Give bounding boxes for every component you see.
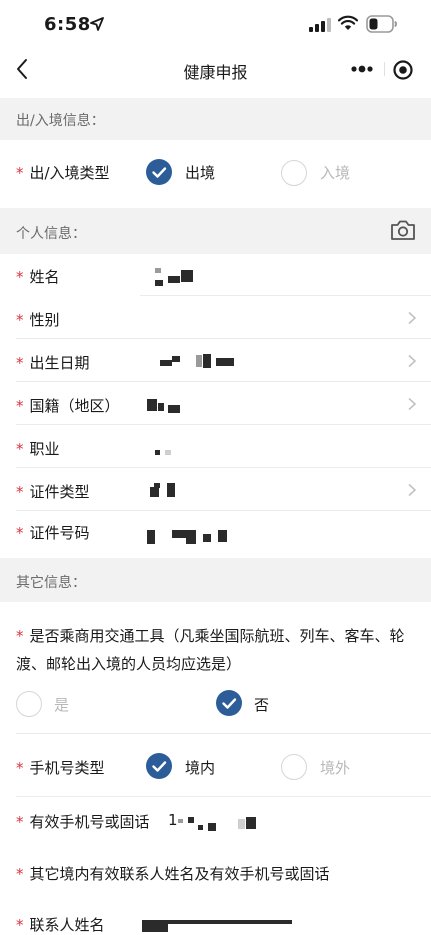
- required-mark: *: [16, 354, 24, 372]
- field-label: * 性别: [16, 309, 60, 330]
- phone-number-label: 有效手机号或固话: [29, 813, 150, 831]
- required-mark: *: [16, 627, 24, 645]
- option-entry-label: 入境: [320, 164, 351, 182]
- transport-no-label: 否: [254, 696, 270, 714]
- row-divider: [16, 424, 431, 425]
- row-divider: [16, 467, 431, 468]
- chevron-right-icon: [408, 397, 417, 411]
- check-icon: [152, 761, 167, 772]
- occupation-row[interactable]: * 职业: [0, 426, 431, 468]
- name-row[interactable]: * 姓名: [0, 254, 431, 296]
- row-divider: [16, 733, 431, 734]
- birth-label: 出生日期: [29, 354, 90, 372]
- field-label: * 证件类型: [16, 481, 90, 502]
- required-mark: *: [16, 397, 24, 415]
- phone-type-label: 手机号类型: [29, 759, 105, 777]
- field-label: * 证件号码: [16, 522, 90, 543]
- transport-question: * 是否乘商用交通工具（凡乘坐国际航班、列车、客车、轮渡、邮轮出入境的人员均应选是…: [16, 622, 416, 678]
- chevron-right-icon: [408, 311, 417, 325]
- chevron-right-icon: [408, 354, 417, 368]
- birth-row[interactable]: * 出生日期: [0, 340, 431, 382]
- field-label: * 职业: [16, 438, 60, 459]
- transport-options-row: 是 否: [0, 684, 431, 734]
- field-label: * 姓名: [16, 266, 60, 287]
- field-label: * 有效手机号或固话: [16, 811, 150, 832]
- section-title: 个人信息：: [16, 226, 86, 242]
- check-icon: [152, 167, 167, 178]
- row-divider: [140, 295, 431, 296]
- radio-phone-domestic[interactable]: [146, 753, 172, 779]
- id-number-row[interactable]: * 证件号码: [0, 512, 431, 554]
- required-mark: *: [16, 164, 24, 182]
- location-arrow-icon: [90, 17, 104, 31]
- section-title: 其它信息：: [16, 575, 86, 591]
- check-icon: [222, 698, 237, 709]
- radio-phone-overseas[interactable]: [281, 754, 307, 780]
- row-divider: [16, 338, 431, 339]
- field-label: * 出/入境类型: [16, 162, 110, 183]
- close-target-icon[interactable]: [392, 59, 414, 81]
- wifi-icon: [338, 15, 358, 30]
- radio-entry[interactable]: [281, 160, 307, 186]
- required-mark: *: [16, 759, 24, 777]
- status-bar: 6:58: [0, 0, 431, 50]
- required-mark: *: [16, 813, 24, 831]
- phone-number-row[interactable]: * 有效手机号或固话 1: [0, 797, 431, 847]
- phone-number-prefix: 1: [168, 811, 178, 829]
- more-icon[interactable]: [348, 62, 376, 76]
- phone-type-row: * 手机号类型 境内 境外: [0, 735, 431, 797]
- required-mark: *: [16, 311, 24, 329]
- capsule-divider: [384, 62, 385, 76]
- section-header-personal: 个人信息：: [0, 208, 431, 254]
- required-mark: *: [16, 483, 24, 501]
- nationality-row[interactable]: * 国籍（地区）: [0, 383, 431, 425]
- radio-transport-no[interactable]: [216, 690, 242, 716]
- gender-row[interactable]: * 性别: [0, 297, 431, 339]
- occupation-label: 职业: [29, 440, 60, 458]
- id-type-row[interactable]: * 证件类型: [0, 469, 431, 511]
- id-number-label: 证件号码: [29, 524, 90, 542]
- phone-domestic-label: 境内: [185, 759, 216, 777]
- field-label: * 国籍（地区）: [16, 395, 120, 416]
- required-mark: *: [16, 440, 24, 458]
- section-header-travel: 出/入境信息：: [0, 98, 431, 140]
- required-mark: *: [16, 268, 24, 286]
- camera-icon[interactable]: [389, 218, 417, 242]
- section-title: 出/入境信息：: [16, 113, 105, 129]
- required-mark: *: [16, 865, 24, 883]
- option-exit-label: 出境: [185, 164, 216, 182]
- transport-question-text: 是否乘商用交通工具（凡乘坐国际航班、列车、客车、轮渡、邮轮出入境的人员均应选是）: [16, 627, 405, 673]
- contact-name-row[interactable]: * 联系人姓名: [0, 906, 431, 934]
- name-label: 姓名: [29, 268, 60, 286]
- radio-transport-yes[interactable]: [16, 691, 42, 717]
- status-time: 6:58: [44, 14, 91, 35]
- required-mark: *: [16, 524, 24, 542]
- nav-bar: 健康申报: [0, 50, 431, 90]
- gender-label: 性别: [29, 311, 60, 329]
- travel-type-row: * 出/入境类型 出境 入境: [0, 140, 431, 204]
- signal-icon: [309, 18, 331, 32]
- travel-type-label: 出/入境类型: [29, 164, 110, 182]
- row-divider: [16, 510, 431, 511]
- field-label: * 手机号类型: [16, 757, 105, 778]
- id-type-label: 证件类型: [29, 483, 90, 501]
- field-label: * 出生日期: [16, 352, 90, 373]
- chevron-right-icon: [408, 483, 417, 497]
- nationality-label: 国籍（地区）: [29, 397, 120, 415]
- required-mark: *: [16, 916, 24, 934]
- phone-overseas-label: 境外: [320, 759, 351, 777]
- contact-question: * 其它境内有效联系人姓名及有效手机号或固话: [16, 862, 416, 886]
- row-divider: [16, 381, 431, 382]
- contact-name-label: 联系人姓名: [29, 916, 105, 934]
- radio-exit[interactable]: [146, 159, 172, 185]
- mini-program-capsule: [340, 54, 424, 84]
- section-header-other: 其它信息：: [0, 558, 431, 602]
- battery-icon: [366, 15, 397, 33]
- transport-yes-label: 是: [54, 696, 70, 714]
- contact-question-text: 其它境内有效联系人姓名及有效手机号或固话: [29, 865, 330, 883]
